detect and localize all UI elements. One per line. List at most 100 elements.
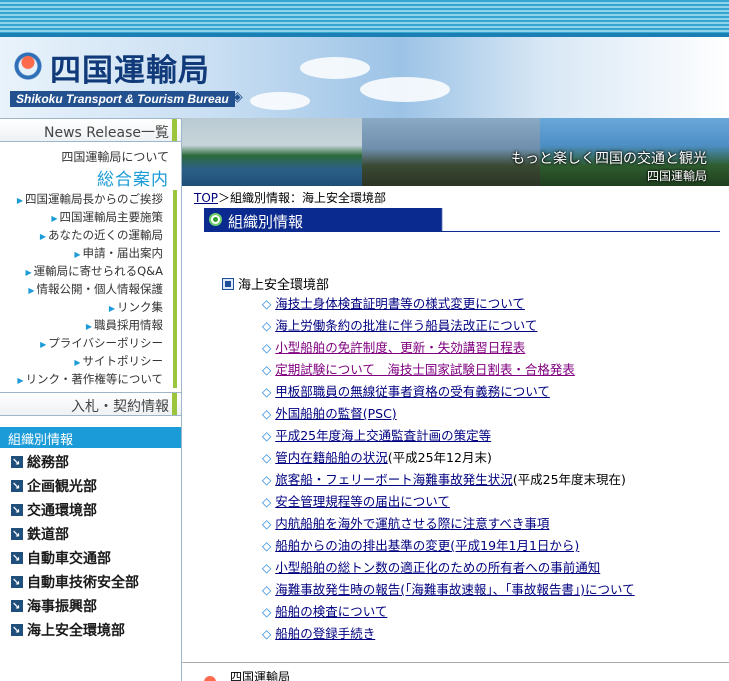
list-item: ◇ 海上労働条約の批准に伴う船員法改正について: [262, 316, 635, 338]
arrow-box-icon: [11, 571, 23, 595]
square-bullet-icon: [222, 278, 234, 290]
org-item-general-affairs[interactable]: 総務部: [11, 451, 181, 475]
sidebar-item-site-policy[interactable]: ▶ サイトポリシー: [0, 352, 163, 370]
sidebar-item-greeting[interactable]: ▶ 四国運輸局長からのご挨拶: [0, 190, 163, 208]
diamond-bullet-icon: ◇: [262, 451, 272, 465]
org-item-maritime-promotion[interactable]: 海事振興部: [11, 595, 181, 619]
triangle-right-icon: ▶: [85, 322, 92, 331]
top-stripe: [0, 0, 729, 37]
sidebar-item-policies[interactable]: ▶ 四国運輸局主要施策: [0, 208, 163, 226]
org-item-vehicle-safety[interactable]: 自動車技術安全部: [11, 571, 181, 595]
link-radio-operator-qualification[interactable]: 甲板部職員の無線従事者資格の受有義務について: [275, 384, 550, 399]
arrow-box-icon: [11, 475, 23, 499]
sidebar-item-links[interactable]: ▶ リンク集: [0, 298, 163, 316]
triangle-right-icon: ▶: [39, 232, 46, 241]
list-item: ◇ 甲板部職員の無線従事者資格の受有義務について: [262, 382, 635, 404]
sidebar-item-applications[interactable]: ▶ 申請・届出案内: [0, 244, 163, 262]
list-item: ◇ 旅客船・フェリーボート海難事故発生状況(平成25年度末現在): [262, 472, 626, 487]
triangle-right-icon: ▶: [16, 196, 23, 205]
link-ferry-accidents[interactable]: 旅客船・フェリーボート海難事故発生状況: [275, 472, 513, 487]
diamond-bullet-icon: ◇: [262, 495, 272, 509]
triangle-right-icon: ▶: [108, 304, 115, 313]
breadcrumb-current: 組織別情報：海上安全環境部: [230, 191, 387, 205]
triangle-right-icon: ▶: [74, 358, 81, 367]
triangle-right-icon: ▶: [28, 286, 35, 295]
list-item: ◇ 小型船舶の総トン数の適正化のための所有者への事前通知: [262, 558, 635, 580]
department-name: 海上安全環境部: [238, 278, 330, 293]
department-heading: 海上安全環境部: [222, 274, 329, 293]
general-info-link[interactable]: 総合案内: [0, 165, 181, 190]
news-release-link[interactable]: News Release一覧: [0, 118, 181, 142]
diamond-bullet-icon: ◇: [262, 341, 272, 355]
org-list: 総務部 企画観光部 交通環境部 鉄道部 自動車交通部 自動車技術安全部 海事振興…: [0, 448, 181, 643]
org-info-heading[interactable]: 組織別情報: [0, 427, 181, 448]
site-subtitle: Shikoku Transport & Tourism Bureau: [10, 91, 235, 107]
link-vessel-registration[interactable]: 船舶の登録手続き: [275, 626, 375, 641]
diamond-bullet-icon: ◇: [262, 385, 272, 399]
link-regular-exam[interactable]: 定期試験について 海技士国家試験日割表・合格発表: [275, 362, 575, 377]
about-label: 四国運輸局について: [61, 150, 169, 164]
link-small-vessel-license[interactable]: 小型船舶の免許制度、更新・失効講習日程表: [275, 340, 525, 355]
list-item: ◇ 管内在籍船舶の状況(平成25年12月末): [262, 450, 492, 465]
banner-tagline: もっと楽しく四国の交通と観光: [511, 151, 707, 167]
sidebar-item-nearby-office[interactable]: ▶ あなたの近くの運輸局: [0, 226, 163, 244]
list-item: ◇ 定期試験について 海技士国家試験日割表・合格発表: [262, 360, 635, 382]
diamond-logo-icon: ◈: [232, 89, 243, 105]
diamond-bullet-icon: ◇: [262, 363, 272, 377]
site-title[interactable]: 四国運輸局: [50, 45, 210, 90]
diamond-bullet-icon: ◇: [262, 407, 272, 421]
department-link-list: ◇ 海技士身体検査証明書等の様式変更について ◇ 海上労働条約の批准に伴う船員法改正…: [262, 294, 635, 646]
diamond-bullet-icon: ◇: [262, 297, 272, 311]
link-accident-reports[interactable]: 海難事故発生時の報告(「海難事故速報」、「事故報告書」)について: [275, 582, 634, 597]
footer-logo-icon: [204, 676, 216, 681]
link-psc[interactable]: 外国船舶の監督(PSC): [275, 406, 396, 421]
photo-banner: もっと楽しく四国の交通と観光 四国運輸局: [182, 118, 729, 186]
link-domestic-vessel-overseas[interactable]: 内航船舶を海外で運航させる際に注意すべき事項: [275, 516, 549, 531]
triangle-right-icon: ▶: [51, 214, 58, 223]
diamond-bullet-icon: ◇: [262, 583, 272, 597]
link-audit-plan[interactable]: 平成25年度海上交通監査計画の策定等: [275, 428, 491, 443]
org-item-transport-environment[interactable]: 交通環境部: [11, 499, 181, 523]
link-gross-tonnage[interactable]: 小型船舶の総トン数の適正化のための所有者への事前通知: [275, 560, 600, 575]
breadcrumb-top-link[interactable]: TOP: [194, 191, 218, 205]
cloud-decoration: [360, 77, 450, 102]
list-item: ◇ 船舶の検査について: [262, 602, 635, 624]
circle-bullet-icon: [209, 213, 222, 226]
sidebar-item-disclosure[interactable]: ▶ 情報公開・個人情報保護: [0, 280, 163, 298]
sidebar-item-recruitment[interactable]: ▶ 職員採用情報: [0, 316, 163, 334]
breadcrumb: TOP＞組織別情報：海上安全環境部: [194, 189, 386, 206]
list-item: ◇ 海難事故発生時の報告(「海難事故速報」、「事故報告書」)について: [262, 580, 635, 602]
list-item: ◇ 船舶の登録手続き: [262, 624, 635, 646]
org-item-road-transport[interactable]: 自動車交通部: [11, 547, 181, 571]
arrow-box-icon: [11, 547, 23, 571]
sidebar: News Release一覧 四国運輸局について 総合案内 ▶ 四国運輸局長からの…: [0, 118, 182, 681]
link-exam-certificate-format[interactable]: 海技士身体検査証明書等の様式変更について: [275, 296, 525, 311]
diamond-bullet-icon: ◇: [262, 319, 272, 333]
org-item-maritime-safety[interactable]: 海上安全環境部: [11, 619, 181, 643]
link-maritime-labour-convention[interactable]: 海上労働条約の批准に伴う船員法改正について: [275, 318, 537, 333]
sidebar-item-copyright[interactable]: ▶ リンク・著作権等について: [0, 370, 163, 388]
arrow-box-icon: [11, 499, 23, 523]
cloud-decoration: [300, 57, 370, 79]
link-registered-vessels[interactable]: 管内在籍船舶の状況: [275, 450, 388, 465]
link-vessel-inspection[interactable]: 船舶の検査について: [275, 604, 387, 619]
diamond-bullet-icon: ◇: [262, 539, 272, 553]
arrow-box-icon: [11, 619, 23, 643]
banner-tagline-org: 四国運輸局: [646, 169, 707, 183]
link-oil-discharge[interactable]: 船舶からの油の排出基準の変更(平成19年1月1日から): [275, 538, 579, 553]
org-item-planning-tourism[interactable]: 企画観光部: [11, 475, 181, 499]
section-title-bar: 組織別情報: [204, 208, 720, 232]
arrow-box-icon: [11, 451, 23, 475]
bids-link[interactable]: 入札・契約情報: [0, 392, 181, 416]
diamond-bullet-icon: ◇: [262, 605, 272, 619]
link-safety-management[interactable]: 安全管理規程等の届出について: [275, 494, 450, 509]
footer-divider: [182, 662, 729, 663]
org-item-railway[interactable]: 鉄道部: [11, 523, 181, 547]
sidebar-item-privacy[interactable]: ▶ プライバシーポリシー: [0, 334, 163, 352]
sidebar-item-qa[interactable]: ▶ 運輸局に寄せられるQ&A: [0, 262, 163, 280]
diamond-bullet-icon: ◇: [262, 561, 272, 575]
triangle-right-icon: ▶: [25, 268, 32, 277]
diamond-bullet-icon: ◇: [262, 429, 272, 443]
list-item: ◇ 内航船舶を海外で運航させる際に注意すべき事項: [262, 514, 635, 536]
bureau-logo-icon[interactable]: [10, 48, 46, 84]
